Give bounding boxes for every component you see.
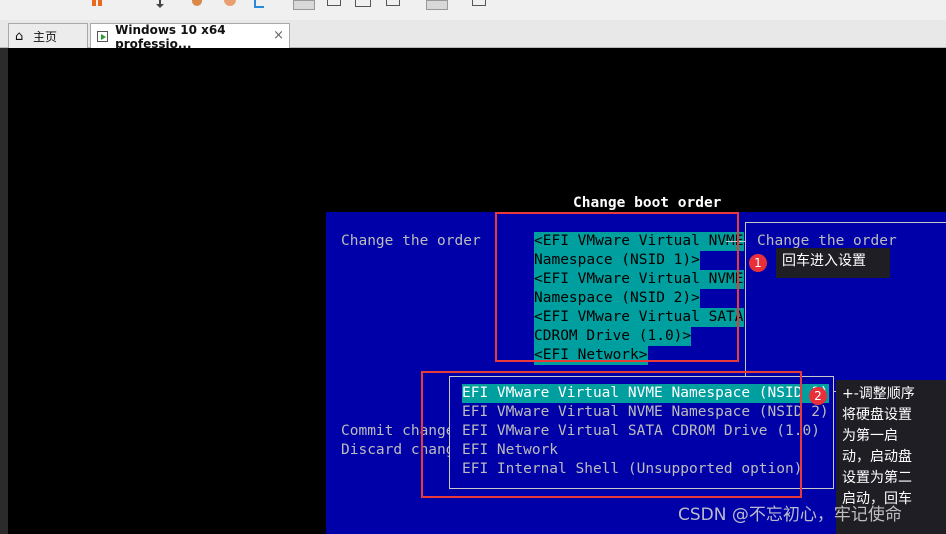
vm-icon [97,31,109,42]
annotation-note-2-line: 将硬盘设置 [842,407,912,423]
pause-icon[interactable] [92,0,104,8]
fullscreen-icon[interactable] [293,0,315,10]
vm-toolbar [0,0,946,20]
home-icon: ⌂ [15,28,24,44]
manage-icon[interactable] [254,0,266,8]
tab-vm-label: Windows 10 x64 professio... [115,22,226,51]
settings-icon[interactable] [472,0,486,6]
annotation-box-current-order [495,212,739,362]
annotation-note-2-line: +-调整顺序 [842,386,915,402]
view3-icon[interactable] [386,0,400,6]
tab-home[interactable]: ⌂ 主页 [8,23,88,48]
console-icon[interactable] [426,0,448,10]
csdn-watermark: CSDN @不忘初心，牢记使命 [678,505,902,525]
revert-icon[interactable] [224,0,238,8]
annotation-note-2-line: 动，启动盘 [842,449,912,465]
annotation-box-popup [421,371,802,498]
annotation-note-2-line: 设置为第二 [842,470,912,486]
tab-bar: ⌂ 主页 Windows 10 x64 professio... × [0,20,946,51]
view2-icon[interactable] [355,0,371,7]
close-icon[interactable]: × [273,28,284,43]
view-icon[interactable] [327,0,341,6]
annotation-badge-1: 1 [749,254,767,272]
change-order-label[interactable]: Change the order [341,232,481,251]
annotation-badge-2: 2 [809,387,827,405]
vm-screen-border [0,48,8,534]
tab-home-label: 主页 [33,29,58,44]
annotation-note-2-line: 为第一启 [842,428,898,444]
bios-header: Change boot order [573,195,722,211]
annotation-note-1: 回车进入设置 [776,248,890,278]
snapshot-icon[interactable] [192,0,204,8]
tab-vm[interactable]: Windows 10 x64 professio... × [90,22,290,51]
down-arrow-icon[interactable] [155,0,165,8]
